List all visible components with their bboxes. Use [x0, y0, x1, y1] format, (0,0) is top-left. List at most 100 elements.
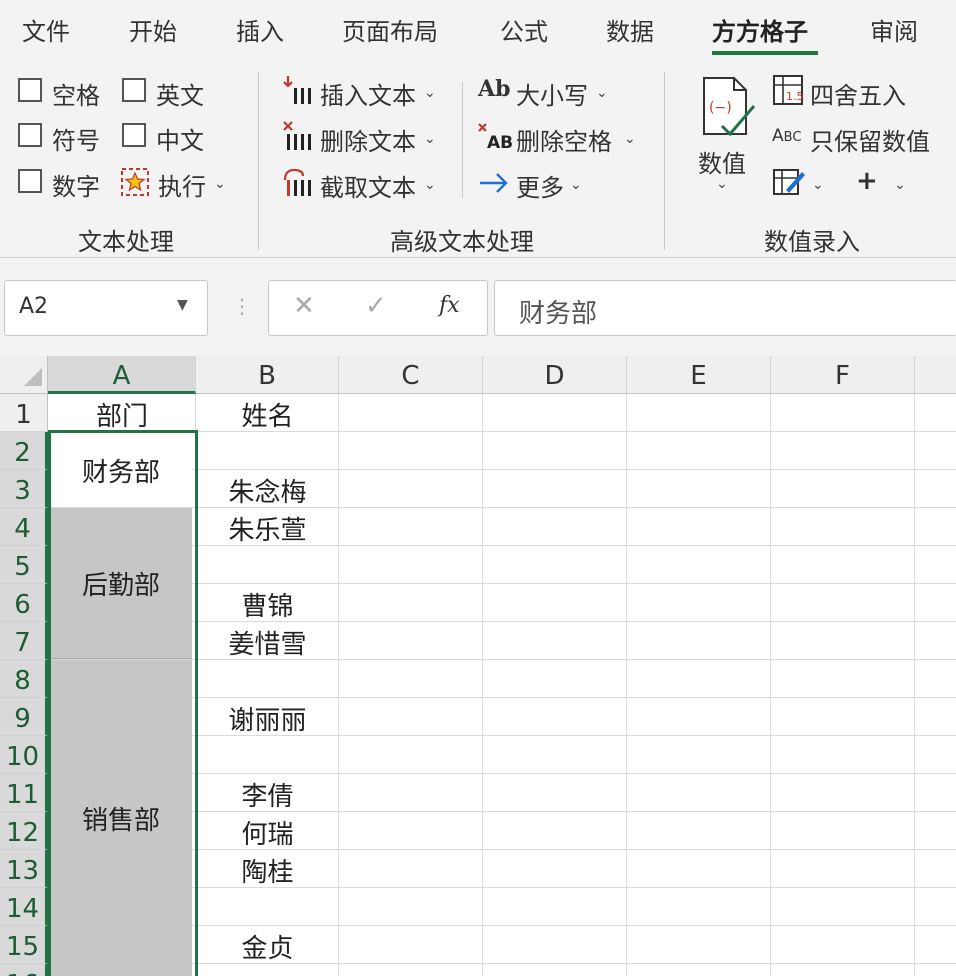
merged-cell-logistics[interactable]: 后勤部	[50, 508, 192, 659]
english-checkbox[interactable]	[122, 78, 146, 102]
gridline	[914, 394, 915, 976]
delete-space-button[interactable]: AB 删除空格 ⌄	[478, 118, 642, 156]
tab-home[interactable]: 开始	[129, 12, 177, 47]
select-all-corner[interactable]	[0, 356, 48, 394]
row-header-6[interactable]: 6	[0, 584, 48, 622]
cell-b1[interactable]: 姓名	[196, 396, 339, 433]
execute-button[interactable]: 执行 ⌄	[120, 164, 232, 201]
cell-b9[interactable]: 谢丽丽	[196, 700, 339, 737]
merged-cell-sales[interactable]: 销售部	[50, 660, 192, 976]
column-header-g[interactable]	[915, 356, 956, 394]
svg-text:(−): (−)	[709, 100, 732, 116]
tab-fangfang[interactable]: 方方格子	[712, 12, 808, 47]
cell-b6[interactable]: 曹锦	[196, 586, 339, 623]
formula-bar-grip-icon[interactable]: ⋮	[232, 294, 252, 318]
case-button[interactable]: Ab 大小写 ⌄	[478, 72, 618, 110]
column-header-d[interactable]: D	[483, 356, 627, 394]
symbol-checkbox-label: 符号	[52, 127, 100, 155]
delete-text-button[interactable]: 删除文本 ⌄	[282, 118, 442, 156]
cell-b3[interactable]: 朱念梅	[196, 472, 339, 509]
tab-review[interactable]: 审阅	[870, 12, 918, 47]
cell-b4[interactable]: 朱乐萱	[196, 510, 339, 547]
formula-input[interactable]: 财务部	[494, 280, 956, 336]
space-checkbox[interactable]	[18, 78, 42, 102]
cell-b13[interactable]: 陶桂	[196, 852, 339, 889]
more-label: 更多	[516, 174, 564, 202]
add-dropdown-icon: ⌄	[894, 177, 906, 193]
name-box[interactable]: A2 ▼	[4, 280, 208, 336]
active-tab-indicator	[712, 51, 818, 55]
gridline	[482, 394, 483, 976]
svg-text:1.5: 1.5	[786, 90, 804, 103]
more-button[interactable]: 更多 ⌄	[478, 164, 588, 202]
extract-text-label: 截取文本	[320, 174, 416, 202]
case-label: 大小写	[516, 82, 588, 110]
cell-b12[interactable]: 何瑞	[196, 814, 339, 851]
row-header-4[interactable]: 4	[0, 508, 48, 546]
plus-icon: +	[856, 166, 878, 196]
chinese-checkbox[interactable]	[122, 123, 146, 147]
symbol-checkbox[interactable]	[18, 123, 42, 147]
number-checkbox[interactable]	[18, 169, 42, 193]
row-header-13[interactable]: 13	[0, 850, 48, 888]
extract-text-icon	[283, 168, 311, 196]
cell-b15[interactable]: 金贞	[196, 928, 339, 965]
tab-data[interactable]: 数据	[606, 12, 654, 47]
english-checkbox-label: 英文	[156, 82, 204, 110]
edit-cells-dropdown-icon: ⌄	[812, 177, 824, 193]
tab-insert[interactable]: 插入	[236, 12, 284, 47]
keep-values-button[interactable]: ABC 只保留数值	[772, 118, 942, 156]
tab-page-layout[interactable]: 页面布局	[342, 12, 438, 47]
formula-buttons: ✕ ✓ fx	[268, 280, 488, 336]
arrow-right-icon	[480, 173, 508, 193]
star-execute-icon	[121, 168, 149, 196]
name-box-dropdown-icon[interactable]: ▼	[177, 297, 188, 313]
row-header-15[interactable]: 15	[0, 926, 48, 964]
row-header-3[interactable]: 3	[0, 470, 48, 508]
value-button[interactable]: (−) 数值 ⌄	[696, 76, 758, 202]
column-header-f[interactable]: F	[771, 356, 915, 394]
row-header-9[interactable]: 9	[0, 698, 48, 736]
group-label-text-processing: 文本处理	[78, 228, 174, 256]
cell-b7[interactable]: 姜惜雪	[196, 624, 339, 661]
abc-icon: ABC	[772, 126, 802, 146]
cancel-icon[interactable]: ✕	[293, 291, 315, 321]
value-dropdown-icon: ⌄	[716, 176, 728, 192]
row-header-8[interactable]: 8	[0, 660, 48, 698]
delete-text-label: 删除文本	[320, 128, 416, 156]
confirm-icon[interactable]: ✓	[365, 291, 387, 321]
delete-space-dropdown-icon: ⌄	[624, 131, 636, 147]
insert-text-button[interactable]: 插入文本 ⌄	[282, 72, 442, 110]
row-header-11[interactable]: 11	[0, 774, 48, 812]
edit-cells-button[interactable]: ⌄	[772, 164, 832, 202]
row-header-10[interactable]: 10	[0, 736, 48, 774]
keep-values-label: 只保留数值	[810, 128, 930, 156]
name-box-value: A2	[19, 294, 49, 319]
insert-text-icon	[283, 76, 311, 104]
row-header-7[interactable]: 7	[0, 622, 48, 660]
row-header-16[interactable]: 16	[0, 964, 48, 976]
row-header-2[interactable]: 2	[0, 432, 48, 470]
number-checkbox-label: 数字	[52, 173, 100, 201]
chinese-checkbox-label: 中文	[156, 127, 204, 155]
column-header-c[interactable]: C	[339, 356, 483, 394]
row-header-5[interactable]: 5	[0, 546, 48, 584]
tab-formulas[interactable]: 公式	[500, 12, 548, 47]
tab-file[interactable]: 文件	[22, 12, 70, 47]
delete-space-icon: AB	[478, 123, 513, 153]
add-button[interactable]: + ⌄	[856, 164, 916, 202]
cell-a1[interactable]: 部门	[48, 396, 196, 433]
column-header-a[interactable]: A	[48, 356, 196, 394]
value-document-icon: (−)	[703, 77, 756, 137]
cell-b11[interactable]: 李倩	[196, 776, 339, 813]
merged-cell-finance[interactable]: 财务部	[50, 433, 192, 507]
row-header-1[interactable]: 1	[0, 394, 48, 432]
extract-text-button[interactable]: 截取文本 ⌄	[282, 164, 442, 202]
delete-text-dropdown-icon: ⌄	[424, 131, 436, 147]
column-header-e[interactable]: E	[627, 356, 771, 394]
row-header-12[interactable]: 12	[0, 812, 48, 850]
column-header-b[interactable]: B	[196, 356, 339, 394]
function-icon[interactable]: fx	[439, 293, 460, 318]
round-button[interactable]: 1.5 四舍五入	[772, 72, 912, 110]
row-header-14[interactable]: 14	[0, 888, 48, 926]
